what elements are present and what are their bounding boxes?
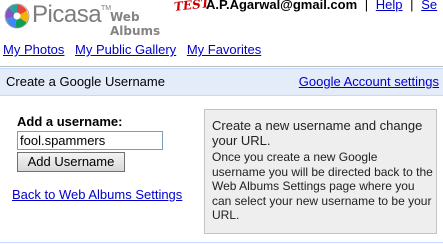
help-link[interactable]: Help [376, 0, 403, 12]
username-input[interactable] [17, 131, 163, 150]
back-to-settings-link[interactable]: Back to Web Albums Settings [12, 187, 182, 202]
info-panel: Create a new username and change your UR… [204, 109, 437, 234]
nav-separator: | [410, 0, 414, 12]
add-username-button[interactable]: Add Username [17, 152, 125, 172]
test-badge: TEST [173, 0, 211, 14]
google-account-settings-link[interactable]: Google Account settings [299, 74, 439, 89]
divider [0, 66, 443, 67]
nav-separator: | [364, 0, 369, 12]
section-header-bar: Create a Google Username Google Account … [0, 68, 443, 96]
app-header: Picasa TM Web Albums TEST A.P.Agarwal@gm… [0, 0, 443, 38]
my-photos-link[interactable]: My Photos [3, 42, 64, 57]
username-label: Add a username: [17, 114, 123, 129]
info-title: Create a new username and change your UR… [212, 118, 423, 148]
my-public-gallery-link[interactable]: My Public Gallery [75, 42, 176, 57]
divider [0, 242, 443, 243]
account-nav: A.P.Agarwal@gmail.com | Help | Se [206, 0, 437, 12]
section-title: Create a Google Username [6, 74, 165, 89]
settings-link[interactable]: Se [421, 0, 437, 12]
logo-wordmark: Picasa [32, 1, 102, 28]
info-body: Once you create a new Google username yo… [212, 150, 433, 223]
logo-subtitle: Web Albums [110, 10, 161, 38]
my-favorites-link[interactable]: My Favorites [187, 42, 261, 57]
gallery-nav: My Photos My Public Gallery My Favorites [3, 42, 268, 57]
picasa-pinwheel-icon [4, 3, 30, 29]
user-email: A.P.Agarwal@gmail.com [206, 0, 358, 12]
